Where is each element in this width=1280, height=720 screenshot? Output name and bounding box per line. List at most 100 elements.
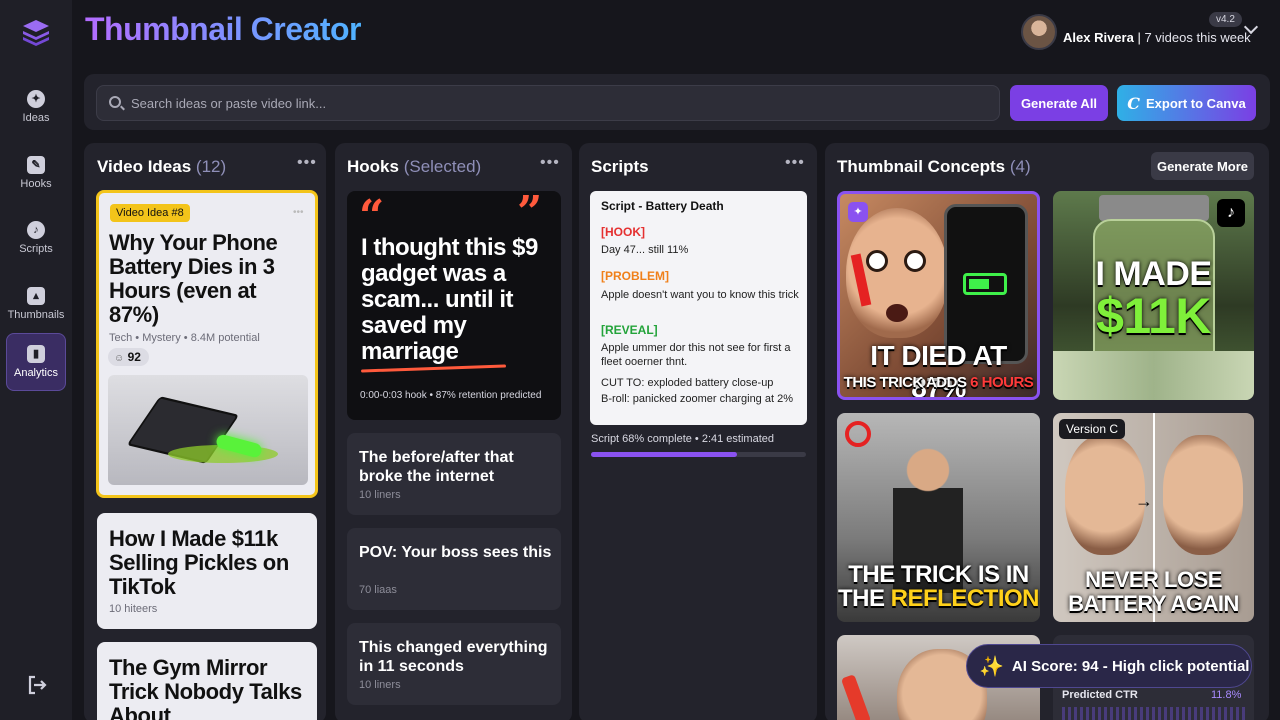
version-badge: Version C xyxy=(1059,419,1126,439)
idea-title: How I Made $11k Selling Pickles on TikTo… xyxy=(109,526,289,599)
generate-all-button[interactable]: Generate All xyxy=(1010,85,1108,121)
underline-decoration xyxy=(360,364,507,373)
thumbnail-concept-1[interactable]: ✦ IT DIED AT 87% THIS TRICK ADDS 6 HOURS xyxy=(837,191,1040,400)
user-info[interactable]: Alex Rivera | 7 videos this week xyxy=(1063,30,1251,45)
hook-title: The before/after that broke the internet xyxy=(359,449,514,485)
ctr-sparkline xyxy=(1062,707,1246,720)
script-title: Script - Battery Death xyxy=(601,199,724,213)
hook-label: [HOOK] xyxy=(601,225,645,239)
search-icon xyxy=(109,96,121,108)
idea-tag: Video Idea #8 xyxy=(110,204,190,222)
more-options-icon[interactable]: ••• xyxy=(293,207,304,218)
export-to-canva-button[interactable]: C Export to Canva xyxy=(1117,85,1256,121)
reveal-label: [REVEAL] xyxy=(601,323,658,337)
jar-lid xyxy=(1099,195,1209,221)
search-bar[interactable] xyxy=(96,85,1000,121)
idea-image-cracked-phone xyxy=(108,375,308,485)
idea-card-selected[interactable]: ••• Why Your Phone Battery Dies in 3 Hou… xyxy=(96,190,318,498)
avatar[interactable] xyxy=(1021,14,1057,50)
column-title: Hooks xyxy=(347,157,399,176)
logout-icon[interactable] xyxy=(26,674,48,696)
search-input[interactable] xyxy=(131,86,991,120)
hook-card-featured[interactable]: “ ” I thought this $9 gadget was a scam.… xyxy=(347,191,561,420)
hook-count: 10 liners xyxy=(359,489,401,501)
broll-text: B-roll: panicked zoomer charging at 2% xyxy=(601,393,793,405)
idea-title: The Gym Mirror Trick Nobody Talks About xyxy=(109,655,302,720)
column-count: (4) xyxy=(1009,157,1031,176)
column-title: Scripts xyxy=(591,157,649,176)
sidebar-item-label: Ideas xyxy=(22,112,50,124)
thumbnail-subline: THIS TRICK ADDS 6 HOURS xyxy=(843,374,1034,391)
more-options-icon[interactable]: ••• xyxy=(540,154,560,172)
face-after xyxy=(1163,435,1243,555)
thumbnail-concept-3[interactable]: THE TRICK IS IN THE REFLECTION xyxy=(837,413,1040,622)
sidebar-item-ideas[interactable]: ✦ Ideas xyxy=(6,78,66,136)
sidebar-item-label: Hooks xyxy=(20,178,52,190)
tiktok-icon: ♪ xyxy=(1217,199,1245,227)
sparkles-icon: ✨ xyxy=(979,655,1004,678)
thumbnail-subline: BATTERY AGAIN xyxy=(1068,591,1239,616)
reveal-text: Apple ummer dor this not see for first a… xyxy=(601,342,791,368)
idea-meta: Tech • Mystery • 8.4M potential xyxy=(109,332,260,344)
more-options-icon[interactable]: ••• xyxy=(785,154,805,172)
hook-count: 10 liners xyxy=(359,679,401,691)
idea-card[interactable]: How I Made $11k Selling Pickles on TikTo… xyxy=(97,513,317,629)
thumbnail-headline: NEVER LOSE xyxy=(1085,567,1222,592)
red-object xyxy=(840,674,872,720)
thumbnail-headline: IT DIED AT 87% xyxy=(870,340,1007,400)
cut-text: CUT TO: exploded battery close-up xyxy=(601,377,774,389)
idea-hooks-count: 10 hiteers xyxy=(109,603,158,615)
ctr-label: Predicted CTR xyxy=(1062,689,1138,701)
user-name: Alex Rivera xyxy=(1063,30,1134,45)
hook-card[interactable]: This changed everything in 11 seconds 10… xyxy=(347,623,561,705)
bar-chart-icon: ▮ xyxy=(27,345,45,363)
sidebar-item-thumbnails[interactable]: ▴ Thumbnails xyxy=(6,275,66,333)
hooks-header: Hooks (Selected) xyxy=(347,157,481,177)
sidebar-item-hooks[interactable]: ✎ Hooks xyxy=(6,144,66,202)
canva-icon: C xyxy=(1127,93,1141,113)
open-quote-icon: “ xyxy=(359,191,385,242)
script-card[interactable]: Script - Battery Death [HOOK] Day 47... … xyxy=(590,191,807,425)
sidebar: ✦ Ideas ✎ Hooks ♪ Scripts ▴ Thumbnails ▮… xyxy=(0,0,72,720)
sparkle-badge-icon: ✦ xyxy=(848,202,868,222)
column-title: Video Ideas xyxy=(97,157,192,176)
column-count: (12) xyxy=(195,157,227,176)
image-icon: ▴ xyxy=(27,287,45,305)
face-before xyxy=(1065,435,1145,555)
idea-card[interactable]: The Gym Mirror Trick Nobody Talks About xyxy=(97,642,317,720)
progress-fill xyxy=(591,452,738,457)
export-to-canva-label: Export to Canva xyxy=(1146,95,1246,111)
record-circle-icon xyxy=(845,421,871,447)
sidebar-item-label: Scripts xyxy=(19,243,53,255)
hook-meta: 0:00-0:03 hook • 87% retention predicted xyxy=(360,390,542,401)
hook-title: This changed everything in 11 seconds xyxy=(359,639,548,675)
hook-card[interactable]: POV: Your boss sees this 70 liaas xyxy=(347,528,561,610)
music-note-icon: ♪ xyxy=(27,221,45,239)
generate-more-button[interactable]: Generate More xyxy=(1151,152,1254,180)
app-title: Thumbnail Creator xyxy=(85,11,361,47)
layers-logo-icon[interactable] xyxy=(20,16,52,48)
column-title: Thumbnail Concepts xyxy=(837,157,1006,176)
hook-card[interactable]: The before/after that broke the internet… xyxy=(347,433,561,515)
arrow-right-icon: → xyxy=(1135,491,1153,511)
video-ideas-header: Video Ideas (12) xyxy=(97,157,226,177)
ctr-value: 11.8% xyxy=(1211,689,1242,701)
version-badge: v4.2 xyxy=(1209,12,1242,27)
thumbnail-subline: $11K xyxy=(1096,288,1211,344)
user-weekly-stat: 7 videos this week xyxy=(1144,30,1251,45)
thumbnail-concept-4[interactable]: → Version C NEVER LOSE BATTERY AGAIN xyxy=(1053,413,1254,622)
idea-title: Why Your Phone Battery Dies in 3 Hours (… xyxy=(109,230,278,327)
hook-title: POV: Your boss sees this xyxy=(359,544,552,561)
money-pile xyxy=(1053,351,1254,400)
script-progress-bar xyxy=(591,452,806,457)
ai-score-badge[interactable]: ✨ AI Score: 94 - High click potential xyxy=(966,644,1252,688)
hook-count: 70 liaas xyxy=(359,584,397,596)
ai-score-text: AI Score: 94 - High click potential xyxy=(1011,657,1250,675)
problem-label: [PROBLEM] xyxy=(601,269,669,283)
sidebar-item-analytics[interactable]: ▮ Analytics xyxy=(6,333,66,391)
thumbnail-concept-2[interactable]: ♪ I MADE $11K xyxy=(1053,191,1254,400)
column-selected: (Selected) xyxy=(403,157,482,176)
sidebar-item-scripts[interactable]: ♪ Scripts xyxy=(6,209,66,267)
pen-icon: ✎ xyxy=(27,156,45,174)
more-options-icon[interactable]: ••• xyxy=(297,154,317,172)
